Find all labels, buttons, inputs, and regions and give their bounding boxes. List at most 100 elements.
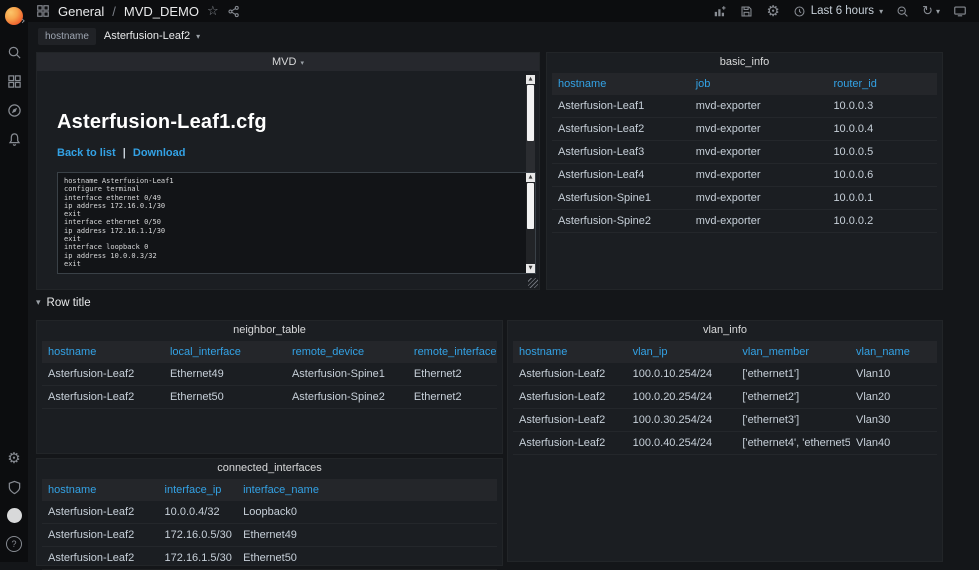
dashboard-settings-icon[interactable]: ⚙ xyxy=(766,3,779,19)
sidebar-top-icons xyxy=(5,7,23,147)
panel-resize-handle[interactable] xyxy=(528,278,538,288)
table-row: Asterfusion-Leaf3 mvd-exporter 10.0.0.5 xyxy=(552,140,937,164)
column-header-interface_name[interactable]: interface_name xyxy=(237,479,497,501)
column-header-router_id[interactable]: router_id xyxy=(827,73,937,95)
panel-title-vlan-info[interactable]: vlan_info xyxy=(508,321,942,339)
column-header-hostname[interactable]: hostname xyxy=(552,73,690,95)
sidebar-bottom-icons: ⚙ ? xyxy=(6,450,22,552)
table-cell: Asterfusion-Leaf2 xyxy=(513,363,627,386)
sidebar-expand-chevron-icon[interactable]: › xyxy=(21,14,25,27)
back-to-list-link[interactable]: Back to list xyxy=(57,147,116,159)
table-cell: 10.0.0.5 xyxy=(827,140,937,164)
save-dashboard-icon[interactable] xyxy=(740,5,753,18)
table-row: Asterfusion-Spine2 mvd-exporter 10.0.0.2 xyxy=(552,209,937,233)
config-links: Back to list | Download xyxy=(57,147,517,159)
alerting-bell-icon[interactable] xyxy=(6,131,22,147)
user-avatar[interactable] xyxy=(6,508,22,523)
column-header-job[interactable]: job xyxy=(689,73,828,95)
table-cell: 10.0.0.4/32 xyxy=(158,501,238,524)
table-row: Asterfusion-Leaf2 100.0.10.254/24 ['ethern… xyxy=(513,363,937,386)
table-row: Asterfusion-Leaf4 mvd-exporter 10.0.0.6 xyxy=(552,163,937,187)
column-header-hostname[interactable]: hostname xyxy=(42,341,164,363)
column-header-vlan_ip[interactable]: vlan_ip xyxy=(626,341,737,363)
panel-title-neighbor-table[interactable]: neighbor_table xyxy=(37,321,502,339)
download-link[interactable]: Download xyxy=(133,147,186,159)
search-icon[interactable] xyxy=(6,44,22,60)
column-header-local_interface[interactable]: local_interface xyxy=(163,341,286,363)
table-cell: Asterfusion-Leaf2 xyxy=(513,408,627,432)
server-admin-shield-icon[interactable] xyxy=(6,479,22,495)
table-cell: mvd-exporter xyxy=(689,117,828,141)
explore-compass-icon[interactable] xyxy=(6,102,22,118)
panel-neighbor-table: neighbor_table hostname local_interface re… xyxy=(36,320,503,454)
panel-title-mvd[interactable]: MVD ▾ xyxy=(37,53,539,71)
table-cell: Asterfusion-Leaf4 xyxy=(552,163,690,187)
table-cell: ['ethernet4', 'ethernet5', 'et... xyxy=(736,431,851,455)
table-cell: ['ethernet3'] xyxy=(736,408,851,432)
add-panel-icon[interactable] xyxy=(713,4,727,18)
column-header-interface_ip[interactable]: interface_ip xyxy=(158,479,238,501)
table-row: Asterfusion-Leaf2 10.0.0.4/32 Loopback0 xyxy=(42,501,497,524)
table-cell: Asterfusion-Leaf3 xyxy=(552,140,690,164)
table-cell: Ethernet50 xyxy=(163,385,286,409)
share-icon[interactable] xyxy=(227,5,240,18)
table-cell: 100.0.20.254/24 xyxy=(626,385,737,409)
star-icon[interactable]: ☆ xyxy=(207,5,219,18)
column-header-remote_interface[interactable]: remote_interface xyxy=(407,341,497,363)
table-cell: Vlan20 xyxy=(850,385,937,409)
table-row: Asterfusion-Leaf2 Ethernet49 Asterfusion-S… xyxy=(42,363,497,386)
table-cell: Asterfusion-Leaf2 xyxy=(42,363,164,386)
column-header-hostname[interactable]: hostname xyxy=(513,341,627,363)
dashboard-row-toggle[interactable]: ▾ Row title xyxy=(36,297,91,309)
table-cell: Asterfusion-Leaf2 xyxy=(42,385,164,409)
table-header-row: hostname interface_ip interface_name xyxy=(42,479,497,501)
help-icon[interactable]: ? xyxy=(6,536,22,552)
breadcrumb-folder[interactable]: General xyxy=(58,4,104,19)
table-cell: 10.0.0.4 xyxy=(827,117,937,141)
row-collapse-caret-icon: ▾ xyxy=(36,298,41,308)
table-cell: 172.16.0.5/30 xyxy=(158,523,238,547)
table-header-row: hostname job router_id xyxy=(552,73,937,95)
configuration-gear-icon[interactable]: ⚙ xyxy=(6,450,22,466)
basic-info-table: hostname job router_id Asterfusion-Leaf1 mvd… xyxy=(552,73,937,233)
table-row: Asterfusion-Leaf2 172.16.1.5/30 Ethernet50 xyxy=(42,546,497,570)
code-scrollbar[interactable]: ▲ ▼ xyxy=(526,173,535,273)
column-header-vlan_name[interactable]: vlan_name xyxy=(850,341,937,363)
scrollbar-thumb[interactable] xyxy=(527,85,534,141)
tv-mode-icon[interactable] xyxy=(953,4,967,18)
dashboards-icon[interactable] xyxy=(6,73,22,89)
panel-title-basic-info[interactable]: basic_info xyxy=(547,53,942,71)
table-cell: Ethernet2 xyxy=(407,385,497,409)
column-header-hostname[interactable]: hostname xyxy=(42,479,159,501)
table-cell: mvd-exporter xyxy=(689,95,828,118)
table-cell: Vlan30 xyxy=(850,408,937,432)
table-cell: ['ethernet2'] xyxy=(736,385,851,409)
table-cell: Asterfusion-Leaf2 xyxy=(513,431,627,455)
table-cell: Ethernet49 xyxy=(163,363,286,386)
scroll-down-icon[interactable]: ▼ xyxy=(526,264,535,273)
panel-basic-info: basic_info hostname job router_id Asterfusi… xyxy=(546,52,943,290)
time-range-picker[interactable]: Last 6 hours ▾ xyxy=(793,5,883,18)
table-cell: Vlan10 xyxy=(850,363,937,386)
scroll-up-icon[interactable]: ▲ xyxy=(526,75,535,84)
panel-title-connected-interfaces[interactable]: connected_interfaces xyxy=(37,459,502,477)
column-header-vlan_member[interactable]: vlan_member xyxy=(736,341,851,363)
breadcrumb-dashboard-title[interactable]: MVD_DEMO xyxy=(124,4,199,19)
config-code: hostname Asterfusion-Leaf1 configure ter… xyxy=(57,172,536,274)
panel-title-text: vlan_info xyxy=(702,324,748,336)
clock-icon xyxy=(794,6,805,16)
scrollbar-thumb[interactable] xyxy=(527,183,534,229)
refresh-interval-caret-icon[interactable]: ▾ xyxy=(936,7,940,16)
table-row: Asterfusion-Leaf2 100.0.40.254/24 ['ethern… xyxy=(513,431,937,455)
table-header-row: hostname vlan_ip vlan_member vlan_name xyxy=(513,341,937,363)
top-navbar: General / MVD_DEMO ☆ ⚙ Last 6 hours ▾ ↻ … xyxy=(28,0,979,22)
zoom-out-icon[interactable] xyxy=(896,5,909,18)
refresh-icon[interactable]: ↻ xyxy=(922,5,933,18)
table-row: Asterfusion-Leaf1 mvd-exporter 10.0.0.3 xyxy=(552,95,937,118)
scroll-up-icon[interactable]: ▲ xyxy=(526,173,535,182)
variable-value-dropdown[interactable]: Asterfusion-Leaf2 ▾ xyxy=(96,30,208,42)
column-header-remote_device[interactable]: remote_device xyxy=(285,341,408,363)
table-cell: Asterfusion-Leaf2 xyxy=(552,117,690,141)
table-cell: 10.0.0.3 xyxy=(827,95,937,118)
panel-title-text: MVD xyxy=(272,56,297,68)
